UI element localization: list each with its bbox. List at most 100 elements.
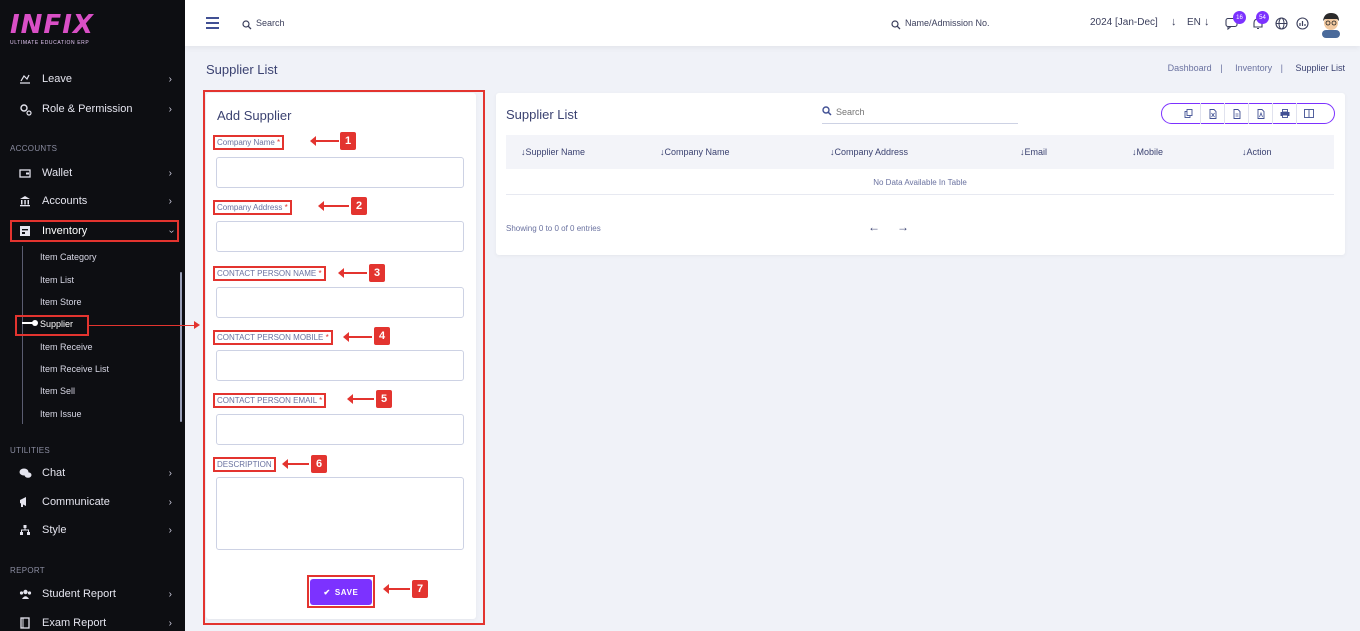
admission-search-input[interactable]: Name/Admission No. [905,18,990,28]
gears-icon [18,102,32,116]
export-button-group [1161,103,1335,124]
avatar[interactable] [1319,10,1343,43]
annotation-number: 7 [412,580,428,598]
contact-person-email-input[interactable] [216,414,464,445]
column-header-action[interactable]: ↓Action [1242,147,1272,157]
field-label-contact-person-email: CONTACT PERSON EMAIL * [213,393,327,408]
sidebar-item-label: Chat [42,467,66,479]
contact-person-name-input[interactable] [216,287,464,318]
save-button[interactable]: ✔ SAVE [310,579,372,605]
sidebar-item-label: Communicate [42,496,110,508]
annotation-arrow [282,459,309,469]
sidebar-item-communicate[interactable]: Communicate › [0,491,185,513]
company-name-input[interactable] [216,157,464,188]
column-header-company-address[interactable]: ↓Company Address [830,147,908,157]
logo-brand: INFIX [10,10,94,40]
sidebar-item-wallet[interactable]: Wallet › [0,162,185,184]
save-label: SAVE [334,587,359,597]
globe-icon[interactable] [1275,17,1288,35]
pdf-icon[interactable] [1248,103,1272,124]
arrow-down-icon[interactable]: ↓ [1171,16,1177,28]
sidebar-item-label: Wallet [42,167,73,179]
table-empty-row: No Data Available In Table [506,170,1334,195]
sidebar-item-exam-report[interactable]: Exam Report › [0,612,185,631]
annotation-arrow [318,201,349,211]
prev-page-button[interactable]: ← [868,220,880,234]
annotation-arrow [310,136,339,146]
sidebar-scrollbar[interactable] [180,272,182,422]
field-label-company-name: Company Name * [213,135,285,150]
sidebar-item-label: Role & Permission [42,103,133,115]
breadcrumb-dashboard[interactable]: Dashboard [1168,63,1212,73]
contact-person-mobile-input[interactable] [216,350,464,381]
breadcrumb-current: Supplier List [1295,63,1345,73]
chevron-right-icon: › [168,524,172,536]
column-header-email[interactable]: ↓Email [1020,147,1047,157]
analytics-icon[interactable] [1296,17,1309,35]
copy-icon[interactable] [1176,103,1200,124]
sitemap-icon [18,523,32,537]
columns-icon[interactable] [1296,103,1320,124]
table-title: Supplier List [506,107,578,122]
sidebar-sub-item-receive[interactable]: Item Receive [40,342,93,352]
chevron-right-icon: › [168,588,172,600]
sidebar-item-chat[interactable]: Chat › [0,462,185,484]
sidebar-item-role-permission[interactable]: Role & Permission › [0,98,185,120]
search-input[interactable]: Search [256,18,285,28]
sidebar-item-label: Exam Report [42,617,107,629]
sidebar-item-accounts[interactable]: Accounts › [0,190,185,212]
next-page-button[interactable]: → [897,220,909,234]
chevron-right-icon: › [168,496,172,508]
column-header-supplier-name[interactable]: ↓Supplier Name [521,147,585,157]
field-label-company-address: Company Address * [213,200,292,215]
sidebar-item-label: Style [42,524,67,536]
sidebar-sub-item-sell[interactable]: Item Sell [40,386,75,396]
annotation-number: 6 [311,455,327,473]
wallet-icon [18,166,32,180]
excel-icon[interactable] [1200,103,1224,124]
sidebar-sub-item-receive-list[interactable]: Item Receive List [40,364,109,374]
csv-icon[interactable] [1224,103,1248,124]
table-search [822,100,1018,124]
logo[interactable]: INFIX ULTIMATE EDUCATION ERP [10,12,94,46]
chevron-right-icon: › [168,467,172,479]
column-header-company-name[interactable]: ↓Company Name [660,147,730,157]
arrow-down-icon[interactable]: ↓ [1204,16,1210,28]
annotation-arrow [347,394,374,404]
section-accounts: ACCOUNTS [10,144,58,153]
breadcrumb-separator: | [1220,63,1223,73]
annotation-arrow [343,332,372,342]
breadcrumb: Dashboard | Inventory | Supplier List [1164,63,1345,73]
company-address-input[interactable] [216,221,464,252]
search-icon [822,103,832,121]
sidebar-item-label: Student Report [42,588,116,600]
language-selector[interactable]: EN [1187,17,1201,28]
sidebar-sub-item-issue[interactable]: Item Issue [40,409,82,419]
breadcrumb-separator: | [1280,63,1283,73]
users-icon [18,587,32,601]
page-title: Supplier List [206,62,278,77]
print-icon[interactable] [1272,103,1296,124]
sidebar-item-student-report[interactable]: Student Report › [0,583,185,605]
session-selector[interactable]: 2024 [Jan-Dec] [1090,17,1158,28]
annotation-box-supplier [15,315,89,336]
sidebar: INFIX ULTIMATE EDUCATION ERP Leave › Rol… [0,0,185,631]
table-header: ↓Supplier Name ↓Company Name ↓Company Ad… [506,135,1334,169]
chat-badge: 16 [1233,11,1246,24]
chevron-right-icon: › [168,617,172,629]
sidebar-item-style[interactable]: Style › [0,519,185,541]
menu-toggle-icon[interactable] [206,17,219,29]
breadcrumb-inventory[interactable]: Inventory [1235,63,1272,73]
megaphone-icon [18,495,32,509]
column-header-mobile[interactable]: ↓Mobile [1132,147,1163,157]
sidebar-sub-item-category[interactable]: Item Category [40,252,97,262]
sidebar-sub-item-list[interactable]: Item List [40,275,74,285]
sidebar-sub-item-store[interactable]: Item Store [40,297,82,307]
chevron-right-icon: › [168,73,172,85]
sidebar-item-label: Leave [42,73,72,85]
annotation-box-inventory [10,220,179,242]
annotation-arrow [338,268,367,278]
table-search-input[interactable] [836,106,1006,117]
sidebar-item-leave[interactable]: Leave › [0,68,185,90]
description-textarea[interactable] [216,477,464,550]
